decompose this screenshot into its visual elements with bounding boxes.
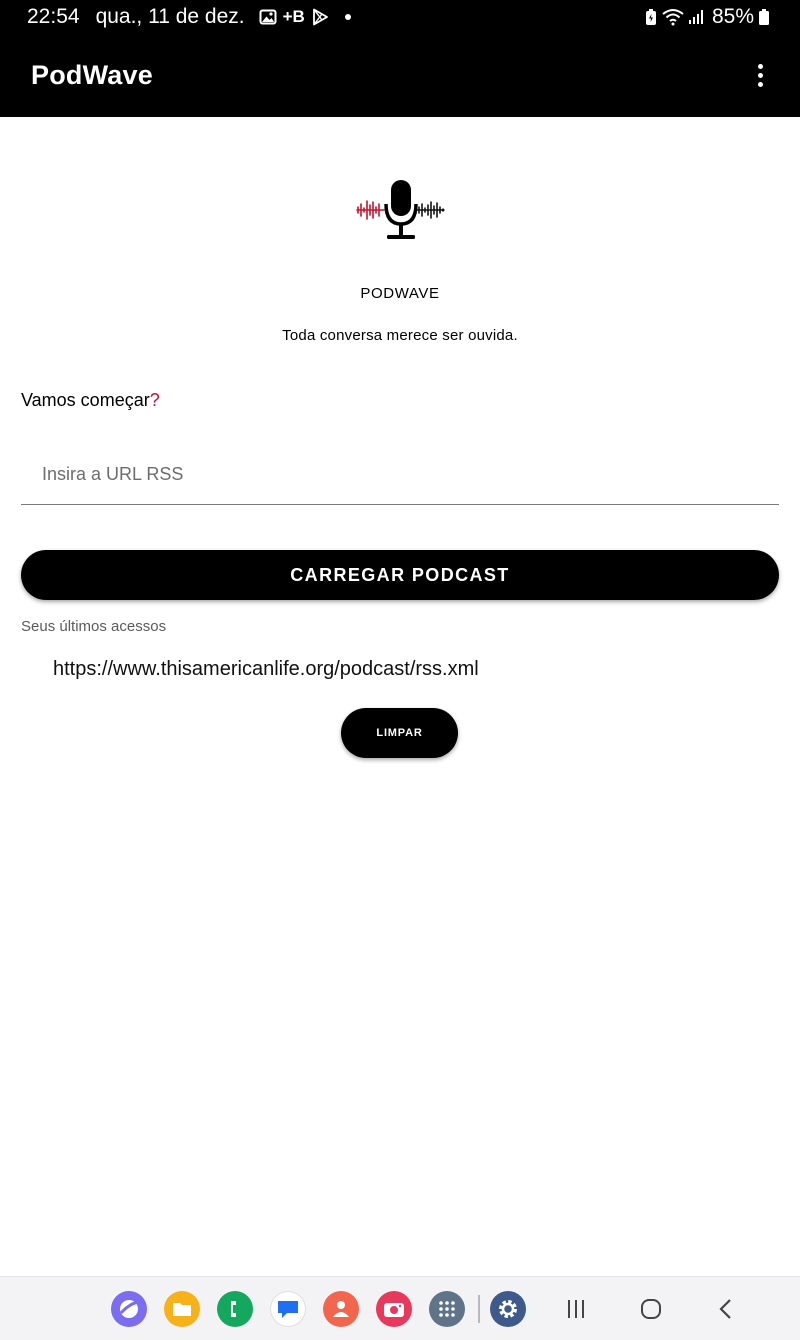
phone-icon[interactable] xyxy=(217,1291,253,1327)
rss-url-input[interactable] xyxy=(21,444,779,505)
settings-icon[interactable] xyxy=(490,1291,526,1327)
more-notifications-dot-icon xyxy=(344,14,351,20)
clear-button[interactable]: LIMPAR xyxy=(341,708,458,758)
internet-browser-icon[interactable] xyxy=(111,1291,147,1327)
start-heading: Vamos começar? xyxy=(21,390,160,411)
status-date: qua., 11 de dez. xyxy=(95,5,245,28)
status-bar: 22:54 qua., 11 de dez. +B 85% xyxy=(0,0,800,34)
back-icon[interactable] xyxy=(710,1293,742,1325)
wifi-icon xyxy=(662,8,684,26)
battery-percentage: 85% xyxy=(711,5,754,28)
plus-b-notification-icon: +B xyxy=(282,7,305,26)
recents-icon[interactable] xyxy=(560,1293,592,1325)
load-podcast-button[interactable]: CARREGAR PODCAST xyxy=(21,550,779,600)
app-bar: PodWave xyxy=(0,34,800,117)
tagline: Toda conversa merece ser ouvida. xyxy=(282,327,518,344)
messages-icon[interactable] xyxy=(270,1291,306,1327)
home-icon[interactable] xyxy=(635,1293,667,1325)
signal-icon xyxy=(688,9,704,25)
gallery-notification-icon xyxy=(259,8,277,26)
brand-name: PODWAVE xyxy=(360,285,440,302)
podwave-logo-icon xyxy=(356,178,446,244)
status-time: 22:54 xyxy=(27,5,80,28)
camera-icon[interactable] xyxy=(376,1291,412,1327)
taskbar-divider xyxy=(478,1295,480,1323)
play-store-notification-icon xyxy=(311,8,329,26)
battery-saver-icon xyxy=(644,8,658,26)
app-title: PodWave xyxy=(31,60,153,90)
recent-access-label: Seus últimos acessos xyxy=(21,618,167,635)
my-files-icon[interactable] xyxy=(164,1291,200,1327)
start-heading-question-mark: ? xyxy=(149,390,160,410)
start-heading-text: Vamos começar xyxy=(21,390,150,410)
recent-url-item[interactable]: https://www.thisamericanlife.org/podcast… xyxy=(53,658,479,681)
taskbar xyxy=(0,1276,800,1340)
battery-icon xyxy=(758,8,770,26)
apps-grid-icon[interactable] xyxy=(429,1291,465,1327)
contacts-icon[interactable] xyxy=(323,1291,359,1327)
overflow-menu-icon[interactable] xyxy=(748,56,772,96)
